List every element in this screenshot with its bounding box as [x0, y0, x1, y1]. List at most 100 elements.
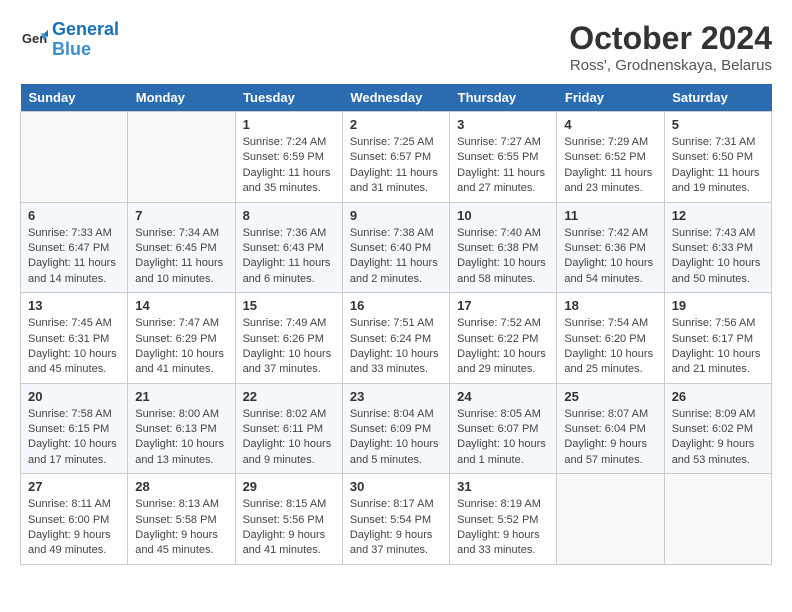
- weekday-header-friday: Friday: [557, 84, 664, 112]
- weekday-header-wednesday: Wednesday: [342, 84, 449, 112]
- month-title: October 2024: [569, 20, 772, 57]
- week-row-1: 1Sunrise: 7:24 AMSunset: 6:59 PMDaylight…: [21, 112, 772, 203]
- day-info: Sunrise: 7:47 AMSunset: 6:29 PMDaylight:…: [135, 316, 227, 378]
- day-info: Sunrise: 7:38 AMSunset: 6:40 PMDaylight:…: [350, 226, 442, 288]
- day-info: Sunrise: 8:02 AMSunset: 6:11 PMDaylight:…: [243, 407, 335, 469]
- calendar-cell: 8 Sunrise: 7:36 AMSunset: 6:43 PMDaylight…: [235, 202, 342, 293]
- calendar-cell: 23 Sunrise: 8:04 AMSunset: 6:09 PMDayligh…: [342, 383, 449, 474]
- calendar-cell: 6 Sunrise: 7:33 AMSunset: 6:47 PMDaylight…: [21, 202, 128, 293]
- weekday-header-row: SundayMondayTuesdayWednesdayThursdayFrid…: [21, 84, 772, 112]
- calendar-cell: 15 Sunrise: 7:49 AMSunset: 6:26 PMDayligh…: [235, 293, 342, 384]
- weekday-header-thursday: Thursday: [450, 84, 557, 112]
- day-number: 23: [350, 389, 442, 404]
- day-number: 13: [28, 298, 120, 313]
- calendar-cell: 9 Sunrise: 7:38 AMSunset: 6:40 PMDaylight…: [342, 202, 449, 293]
- calendar-cell: 21 Sunrise: 8:00 AMSunset: 6:13 PMDayligh…: [128, 383, 235, 474]
- calendar-cell: 11Sunrise: 7:42 AMSunset: 6:36 PMDayligh…: [557, 202, 664, 293]
- calendar-cell: [21, 112, 128, 203]
- day-info: Sunrise: 7:56 AMSunset: 6:17 PMDaylight:…: [672, 316, 764, 378]
- day-number: 31: [457, 479, 549, 494]
- day-info: Sunrise: 7:51 AMSunset: 6:24 PMDaylight:…: [350, 316, 442, 378]
- calendar-table: SundayMondayTuesdayWednesdayThursdayFrid…: [20, 84, 772, 565]
- day-number: 16: [350, 298, 442, 313]
- day-info: Sunrise: 7:36 AMSunset: 6:43 PMDaylight:…: [243, 226, 335, 288]
- calendar-cell: 10Sunrise: 7:40 AMSunset: 6:38 PMDayligh…: [450, 202, 557, 293]
- calendar-cell: 19Sunrise: 7:56 AMSunset: 6:17 PMDayligh…: [664, 293, 771, 384]
- day-info: Sunrise: 8:07 AMSunset: 6:04 PMDaylight:…: [564, 407, 656, 469]
- day-number: 5: [672, 117, 764, 132]
- day-number: 22: [243, 389, 335, 404]
- day-number: 26: [672, 389, 764, 404]
- day-number: 20: [28, 389, 120, 404]
- day-info: Sunrise: 7:54 AMSunset: 6:20 PMDaylight:…: [564, 316, 656, 378]
- calendar-cell: 30Sunrise: 8:17 AMSunset: 5:54 PMDayligh…: [342, 474, 449, 565]
- page-header: Gen General Blue October 2024 Ross', Gro…: [20, 20, 772, 74]
- day-info: Sunrise: 7:42 AMSunset: 6:36 PMDaylight:…: [564, 226, 656, 288]
- week-row-5: 27Sunrise: 8:11 AMSunset: 6:00 PMDayligh…: [21, 474, 772, 565]
- weekday-header-saturday: Saturday: [664, 84, 771, 112]
- day-number: 18: [564, 298, 656, 313]
- calendar-cell: [128, 112, 235, 203]
- calendar-cell: 20 Sunrise: 7:58 AMSunset: 6:15 PMDayligh…: [21, 383, 128, 474]
- title-block: October 2024 Ross', Grodnenskaya, Belaru…: [569, 20, 772, 74]
- day-number: 3: [457, 117, 549, 132]
- logo-name: General Blue: [52, 20, 119, 60]
- calendar-cell: 5 Sunrise: 7:31 AMSunset: 6:50 PMDaylight…: [664, 112, 771, 203]
- calendar-cell: 16 Sunrise: 7:51 AMSunset: 6:24 PMDayligh…: [342, 293, 449, 384]
- day-number: 8: [243, 208, 335, 223]
- calendar-cell: 3Sunrise: 7:27 AMSunset: 6:55 PMDaylight…: [450, 112, 557, 203]
- day-info: Sunrise: 7:33 AMSunset: 6:47 PMDaylight:…: [28, 226, 120, 288]
- day-number: 28: [135, 479, 227, 494]
- calendar-cell: 17Sunrise: 7:52 AMSunset: 6:22 PMDayligh…: [450, 293, 557, 384]
- calendar-cell: 4 Sunrise: 7:29 AMSunset: 6:52 PMDaylight…: [557, 112, 664, 203]
- calendar-cell: 7 Sunrise: 7:34 AMSunset: 6:45 PMDaylight…: [128, 202, 235, 293]
- day-info: Sunrise: 7:58 AMSunset: 6:15 PMDaylight:…: [28, 407, 120, 469]
- calendar-cell: 13 Sunrise: 7:45 AMSunset: 6:31 PMDayligh…: [21, 293, 128, 384]
- day-number: 7: [135, 208, 227, 223]
- day-info: Sunrise: 7:45 AMSunset: 6:31 PMDaylight:…: [28, 316, 120, 378]
- day-number: 27: [28, 479, 120, 494]
- day-number: 12: [672, 208, 764, 223]
- day-info: Sunrise: 8:13 AMSunset: 5:58 PMDaylight:…: [135, 497, 227, 559]
- day-info: Sunrise: 7:25 AMSunset: 6:57 PMDaylight:…: [350, 135, 442, 197]
- logo: Gen General Blue: [20, 20, 119, 60]
- calendar-cell: 27Sunrise: 8:11 AMSunset: 6:00 PMDayligh…: [21, 474, 128, 565]
- day-number: 4: [564, 117, 656, 132]
- calendar-cell: [557, 474, 664, 565]
- day-info: Sunrise: 7:31 AMSunset: 6:50 PMDaylight:…: [672, 135, 764, 197]
- calendar-cell: 31Sunrise: 8:19 AMSunset: 5:52 PMDayligh…: [450, 474, 557, 565]
- day-number: 30: [350, 479, 442, 494]
- week-row-3: 13 Sunrise: 7:45 AMSunset: 6:31 PMDayligh…: [21, 293, 772, 384]
- calendar-cell: 14Sunrise: 7:47 AMSunset: 6:29 PMDayligh…: [128, 293, 235, 384]
- calendar-cell: 26 Sunrise: 8:09 AMSunset: 6:02 PMDayligh…: [664, 383, 771, 474]
- day-number: 6: [28, 208, 120, 223]
- day-info: Sunrise: 8:04 AMSunset: 6:09 PMDaylight:…: [350, 407, 442, 469]
- day-info: Sunrise: 7:52 AMSunset: 6:22 PMDaylight:…: [457, 316, 549, 378]
- day-number: 21: [135, 389, 227, 404]
- day-info: Sunrise: 8:15 AMSunset: 5:56 PMDaylight:…: [243, 497, 335, 559]
- calendar-cell: 18 Sunrise: 7:54 AMSunset: 6:20 PMDayligh…: [557, 293, 664, 384]
- calendar-cell: 29Sunrise: 8:15 AMSunset: 5:56 PMDayligh…: [235, 474, 342, 565]
- day-info: Sunrise: 8:00 AMSunset: 6:13 PMDaylight:…: [135, 407, 227, 469]
- day-number: 1: [243, 117, 335, 132]
- calendar-cell: 1Sunrise: 7:24 AMSunset: 6:59 PMDaylight…: [235, 112, 342, 203]
- weekday-header-tuesday: Tuesday: [235, 84, 342, 112]
- day-number: 9: [350, 208, 442, 223]
- day-info: Sunrise: 8:09 AMSunset: 6:02 PMDaylight:…: [672, 407, 764, 469]
- day-info: Sunrise: 8:05 AMSunset: 6:07 PMDaylight:…: [457, 407, 549, 469]
- calendar-cell: 28 Sunrise: 8:13 AMSunset: 5:58 PMDayligh…: [128, 474, 235, 565]
- calendar-cell: 25 Sunrise: 8:07 AMSunset: 6:04 PMDayligh…: [557, 383, 664, 474]
- weekday-header-sunday: Sunday: [21, 84, 128, 112]
- calendar-cell: [664, 474, 771, 565]
- day-number: 25: [564, 389, 656, 404]
- week-row-4: 20 Sunrise: 7:58 AMSunset: 6:15 PMDayligh…: [21, 383, 772, 474]
- week-row-2: 6 Sunrise: 7:33 AMSunset: 6:47 PMDaylight…: [21, 202, 772, 293]
- day-info: Sunrise: 7:49 AMSunset: 6:26 PMDaylight:…: [243, 316, 335, 378]
- location-title: Ross', Grodnenskaya, Belarus: [569, 57, 772, 74]
- calendar-cell: 24Sunrise: 8:05 AMSunset: 6:07 PMDayligh…: [450, 383, 557, 474]
- day-number: 15: [243, 298, 335, 313]
- weekday-header-monday: Monday: [128, 84, 235, 112]
- day-info: Sunrise: 7:29 AMSunset: 6:52 PMDaylight:…: [564, 135, 656, 197]
- day-info: Sunrise: 7:34 AMSunset: 6:45 PMDaylight:…: [135, 226, 227, 288]
- day-info: Sunrise: 7:43 AMSunset: 6:33 PMDaylight:…: [672, 226, 764, 288]
